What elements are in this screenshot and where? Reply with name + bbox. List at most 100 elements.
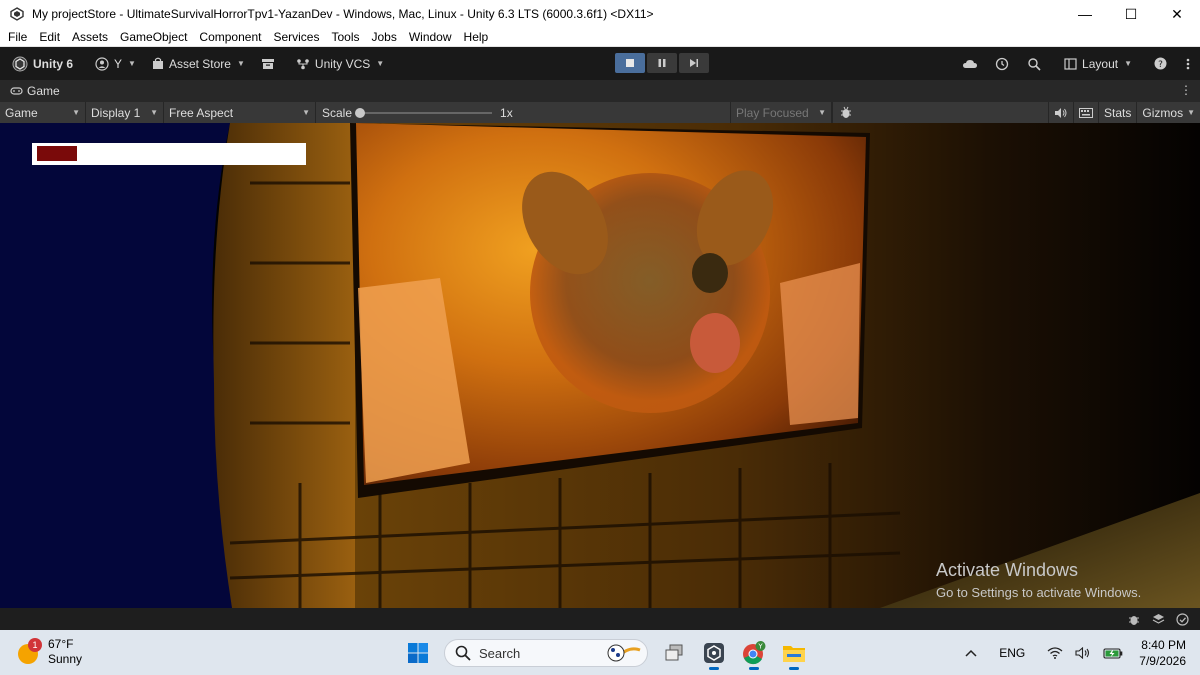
minimize-button[interactable]: — <box>1062 0 1108 28</box>
keyboard-icon <box>1079 107 1094 118</box>
game-view-controls: Game ▼ Display 1 ▼ Free Aspect ▼ Scale 1… <box>0 102 1200 123</box>
weather-sun-icon: 1 <box>18 638 42 664</box>
layers-icon[interactable] <box>1146 611 1170 627</box>
menu-edit[interactable]: Edit <box>33 28 66 47</box>
version-control-dropdown[interactable]: Unity VCS ▼ <box>290 53 390 75</box>
health-bar-fill <box>37 146 77 161</box>
task-view-icon <box>665 644 683 661</box>
menu-help[interactable]: Help <box>458 28 495 47</box>
play-focused-select[interactable]: Play Focused ▼ <box>730 102 832 123</box>
tab-game[interactable]: Game <box>0 84 60 98</box>
help-button[interactable]: ? <box>1144 47 1176 80</box>
close-button[interactable]: ✕ <box>1154 0 1200 28</box>
windows-logo-icon <box>408 643 428 663</box>
history-icon <box>995 57 1009 70</box>
scale-slider[interactable] <box>355 107 493 118</box>
chevron-down-icon: ▼ <box>818 108 826 117</box>
chevron-up-icon <box>965 649 977 657</box>
taskbar-file-explorer[interactable] <box>777 636 811 670</box>
system-tray: ENG 8:40 PM 7/9/2026 <box>959 630 1200 675</box>
bug-status-icon[interactable] <box>1122 611 1146 627</box>
user-icon <box>95 56 109 71</box>
scale-control: Scale 1x <box>316 102 726 123</box>
bug-icon <box>840 106 851 118</box>
maximize-button[interactable]: ☐ <box>1108 0 1154 28</box>
cloud-button[interactable] <box>954 47 986 80</box>
view-select[interactable]: Game ▼ <box>0 102 86 123</box>
menu-window[interactable]: Window <box>403 28 458 47</box>
volume-button[interactable] <box>1069 646 1097 659</box>
version-control-icon <box>297 58 309 69</box>
check-circle-icon[interactable] <box>1170 611 1194 627</box>
menu-component[interactable]: Component <box>193 28 267 47</box>
speaker-icon <box>1075 646 1090 659</box>
step-forward-icon <box>690 59 698 67</box>
weather-widget[interactable]: 1 67°F Sunny <box>18 637 82 667</box>
scale-slider-thumb[interactable] <box>355 107 366 118</box>
aspect-select[interactable]: Free Aspect ▼ <box>164 102 316 123</box>
language-indicator[interactable]: ENG <box>993 646 1031 660</box>
chevron-down-icon: ▼ <box>1187 108 1195 117</box>
debug-button[interactable] <box>832 102 858 123</box>
aspect-select-value: Free Aspect <box>169 105 234 120</box>
activate-windows-title: Activate Windows <box>936 560 1079 580</box>
scale-label: Scale <box>322 105 353 120</box>
search-button[interactable] <box>1018 47 1050 80</box>
menu-tools[interactable]: Tools <box>325 28 365 47</box>
speaker-icon <box>1055 107 1067 118</box>
unity-cube-icon <box>12 56 28 71</box>
mute-audio-button[interactable] <box>1048 102 1073 123</box>
history-button[interactable] <box>986 47 1018 80</box>
menu-jobs[interactable]: Jobs <box>365 28 402 47</box>
layout-label: Layout <box>1082 56 1119 71</box>
game-viewport[interactable]: Activate Windows Go to Settings to activ… <box>0 123 1200 608</box>
step-button[interactable] <box>679 53 709 73</box>
tray-overflow-button[interactable] <box>959 649 983 657</box>
gizmos-label: Gizmos <box>1142 105 1184 120</box>
stop-button[interactable] <box>615 53 645 73</box>
taskbar-clock[interactable]: 8:40 PM 7/9/2026 <box>1129 637 1200 669</box>
taskbar-chrome[interactable]: Y <box>737 636 771 670</box>
activate-windows-subtitle: Go to Settings to activate Windows. <box>936 585 1142 600</box>
clock-time: 8:40 PM <box>1141 637 1186 652</box>
taskbar-unity[interactable] <box>697 636 731 670</box>
battery-button[interactable] <box>1097 647 1129 659</box>
taskbar-search[interactable]: Search <box>444 639 648 667</box>
stats-button[interactable]: Stats <box>1098 102 1136 123</box>
weather-temp: 67°F <box>48 637 74 651</box>
package-manager-button[interactable] <box>255 53 286 75</box>
weather-badge: 1 <box>28 638 42 652</box>
display-select[interactable]: Display 1 ▼ <box>86 102 164 123</box>
menu-services[interactable]: Services <box>267 28 325 47</box>
network-button[interactable] <box>1041 646 1069 659</box>
account-dropdown[interactable]: Y ▼ <box>89 53 142 75</box>
unity-toolbar: Unity 6 Y ▼ Asset Store ▼ Unity VCS ▼ La… <box>0 47 1200 80</box>
asset-store-dropdown[interactable]: Asset Store ▼ <box>146 53 251 75</box>
gizmos-button[interactable]: Gizmos ▼ <box>1136 102 1200 123</box>
menu-assets[interactable]: Assets <box>66 28 114 47</box>
health-bar <box>32 143 306 165</box>
play-focused-value: Play Focused <box>736 105 809 120</box>
menu-bar: File Edit Assets GameObject Component Se… <box>0 28 1200 47</box>
menu-gameobject[interactable]: GameObject <box>114 28 193 47</box>
shortcuts-button[interactable] <box>1073 102 1098 123</box>
layout-dropdown[interactable]: Layout ▼ <box>1058 53 1138 75</box>
unity-version-label: Unity 6 <box>33 56 74 71</box>
window-titlebar: My projectStore - UltimateSurvivalHorror… <box>0 0 1200 28</box>
more-options-button[interactable] <box>1176 47 1200 80</box>
toolbar-right: Layout ▼ ? <box>954 47 1200 80</box>
game-scene <box>0 123 1200 608</box>
unity-logo-icon <box>10 7 24 21</box>
activate-windows-watermark: Activate Windows Go to Settings to activ… <box>936 560 1141 600</box>
status-bar <box>0 608 1200 630</box>
layout-icon <box>1064 57 1077 70</box>
chevron-down-icon: ▼ <box>150 108 158 117</box>
game-view-right-controls: Stats Gizmos ▼ <box>1048 102 1200 123</box>
start-button[interactable] <box>401 636 435 670</box>
tab-options-icon[interactable]: ⋮ <box>1180 83 1192 97</box>
menu-file[interactable]: File <box>2 28 33 47</box>
pause-button[interactable] <box>647 53 677 73</box>
unity-account-button[interactable]: Unity 6 <box>6 53 79 75</box>
scale-value: 1x <box>500 105 513 120</box>
task-view-button[interactable] <box>657 636 691 670</box>
